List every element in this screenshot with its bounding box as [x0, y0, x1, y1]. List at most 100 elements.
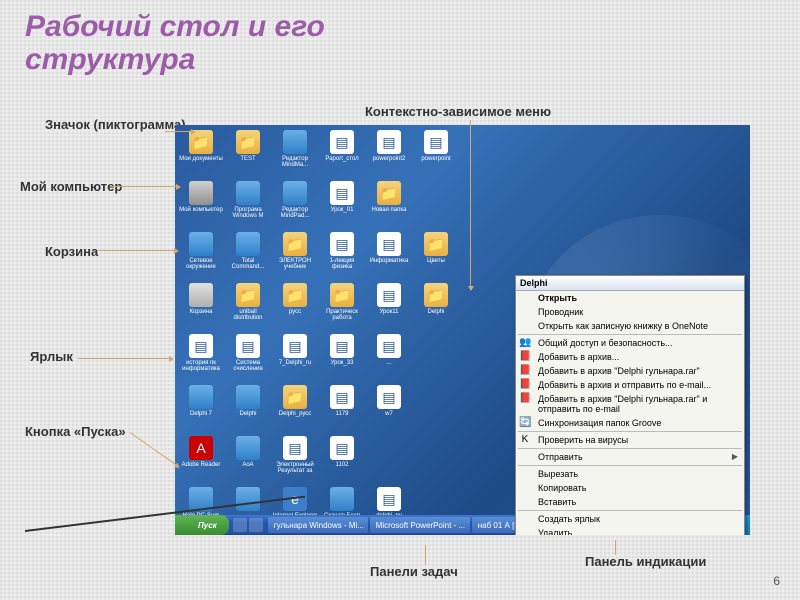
app-icon	[236, 436, 260, 460]
context-menu-item[interactable]: 📕Добавить в архив "Delphi гульнара.rar"	[516, 364, 744, 378]
desktop-icon[interactable]	[460, 179, 506, 229]
desktop-icon[interactable]: 📁Новая папка	[366, 179, 412, 229]
desktop-icon[interactable]: ▤Урок_33	[319, 332, 365, 382]
context-menu-item[interactable]: 📕 Добавить в архив "Delphi гульнара.rar" …	[516, 392, 744, 416]
desktop-icon[interactable]: ▤Урок11	[366, 281, 412, 331]
desktop-icon[interactable]	[460, 128, 506, 178]
desktop-icon[interactable]: 📁ЭЛЕКТРОН учебник	[272, 230, 318, 280]
context-menu-item[interactable]: 📕Добавить в архив...	[516, 350, 744, 364]
desktop-icon[interactable]	[413, 383, 459, 433]
icon-label: Информатика	[370, 258, 409, 264]
desktop-icon[interactable]: Редактор MindMa...	[272, 128, 318, 178]
desktop-icon[interactable]: ▤Раport_стол	[319, 128, 365, 178]
taskbar-task[interactable]: Microsoft PowerPoint - ...	[370, 517, 470, 533]
desktop-icon[interactable]: Сетевое окружение	[178, 230, 224, 280]
desktop-icon[interactable]: Мой компьютер	[178, 179, 224, 229]
desktop-icon[interactable]	[460, 230, 506, 280]
desktop-icon[interactable]	[460, 434, 506, 484]
desktop-icon[interactable]	[413, 332, 459, 382]
icon-label: Электронный Результат за	[272, 462, 318, 474]
desktop-icon[interactable]: ▤Электронный Результат за	[272, 434, 318, 484]
icon-label: TEST	[240, 156, 255, 162]
desktop-icon[interactable]: 📁TEST	[225, 128, 271, 178]
menu-item-label: Проверить на вирусы	[538, 435, 628, 445]
desktop-icon[interactable]: 📁Цветы	[413, 230, 459, 280]
menu-item-label: Добавить в архив "Delphi гульнара.rar" и…	[538, 394, 707, 414]
app-icon	[283, 181, 307, 205]
context-menu-item[interactable]: Открыть как записную книжку в OneNote	[516, 319, 744, 333]
context-menu-item[interactable]: 👥 Общий доступ и безопасность...	[516, 336, 744, 350]
desktop-icon[interactable]: 📁uniball distribution	[225, 281, 271, 331]
menu-item-label: Общий доступ и безопасность...	[538, 338, 673, 348]
desktop-icon[interactable]: 📁Delphi_русс	[272, 383, 318, 433]
desktop-icon[interactable]: Delphi	[225, 383, 271, 433]
icon-label: Delphi_русс	[279, 411, 312, 417]
desktop-icon[interactable]: 📁русс	[272, 281, 318, 331]
menu-item-icon: 👥	[519, 337, 531, 349]
label-context-menu: Контекстно-зависимое меню	[365, 105, 551, 119]
desktop-icon[interactable]: ▤powerpoint	[413, 128, 459, 178]
desktop-icon[interactable]: ▤ w7	[366, 383, 412, 433]
desktop-icon[interactable]: ▤1179	[319, 383, 365, 433]
doc-icon: ▤	[330, 232, 354, 256]
desktop-icon[interactable]: Корзина	[178, 281, 224, 331]
desktop-screenshot: Microsoft Windowsxp Professional 📁Мои до…	[175, 125, 750, 535]
context-menu-item[interactable]: Отправить▶	[516, 450, 744, 464]
desktop-icon[interactable]: ▤powerpoint2	[366, 128, 412, 178]
desktop-icon[interactable]	[460, 332, 506, 382]
app-icon	[330, 487, 354, 511]
desktop-icon[interactable]: 📁Delphi	[413, 281, 459, 331]
doc-icon: ▤	[330, 181, 354, 205]
desktop-icon[interactable]	[413, 434, 459, 484]
label-tray: Панель индикации	[585, 555, 706, 569]
desktop-icon[interactable]: ▤Информатика	[366, 230, 412, 280]
desktop-icon[interactable]	[460, 281, 506, 331]
icon-label: w7	[385, 411, 393, 417]
context-menu-item[interactable]: Удалить	[516, 526, 744, 535]
icon-label: Delphi	[239, 411, 256, 417]
desktop-icon[interactable]: ▤...	[366, 332, 412, 382]
context-menu-item[interactable]: Вставить	[516, 495, 744, 509]
context-menu-item[interactable]: 🔄Синхронизация папок Groove	[516, 416, 744, 430]
label-start-button: Кнопка «Пуска»	[25, 425, 126, 439]
desktop-icon[interactable]: Delphi 7	[178, 383, 224, 433]
doc-icon: ▤	[377, 130, 401, 154]
menu-item-label: Добавить в архив и отправить по e-mail..…	[538, 380, 711, 390]
desktop-icon[interactable]: ▤история пк информатика	[178, 332, 224, 382]
folder-icon: 📁	[283, 232, 307, 256]
menu-item-label: Синхронизация папок Groove	[538, 418, 661, 428]
desktop-icon[interactable]	[460, 383, 506, 433]
desktop-icon[interactable]: ▤ 1-лекция физика	[319, 230, 365, 280]
desktop-icon[interactable]: ▤Урок_01	[319, 179, 365, 229]
desktop-icon[interactable]: AAdobe Reader	[178, 434, 224, 484]
desktop-icon[interactable]: ▤1102	[319, 434, 365, 484]
desktop-icon[interactable]: AoA	[225, 434, 271, 484]
desktop-icon[interactable]	[413, 179, 459, 229]
desktop-icon[interactable]: Редактор MindPad...	[272, 179, 318, 229]
icon-label: Total Command...	[225, 258, 271, 270]
doc-icon: ▤	[330, 436, 354, 460]
desktop-icon[interactable]: ▤7_Delphi_ru	[272, 332, 318, 382]
desktop-icon[interactable]: 📁Практическ работа	[319, 281, 365, 331]
context-menu[interactable]: Delphi ОткрытьПроводникОткрыть как запис…	[515, 275, 745, 535]
context-menu-item[interactable]: Проводник	[516, 305, 744, 319]
icon-label: Система счисления	[225, 360, 271, 372]
context-menu-item[interactable]: KПроверить на вирусы	[516, 433, 744, 447]
menu-item-label: Вырезать	[538, 469, 578, 479]
desktop-icon[interactable]: Програма Windows M	[225, 179, 271, 229]
doc-icon: ▤	[377, 385, 401, 409]
desktop-icon[interactable]: Total Command...	[225, 230, 271, 280]
menu-item-icon: 📕	[519, 393, 531, 405]
context-menu-item[interactable]: Создать ярлык	[516, 512, 744, 526]
context-menu-item[interactable]: 📕Добавить в архив и отправить по e-mail.…	[516, 378, 744, 392]
icon-label: Мой компьютер	[179, 207, 223, 213]
menu-item-label: Добавить в архив "Delphi гульнара.rar"	[538, 366, 700, 376]
context-menu-item[interactable]: Копировать	[516, 481, 744, 495]
desktop-icon[interactable]: ▤Система счисления	[225, 332, 271, 382]
desktop-icon[interactable]: 📁Мои документы	[178, 128, 224, 178]
desktop-icon[interactable]	[366, 434, 412, 484]
context-menu-item[interactable]: Вырезать	[516, 467, 744, 481]
context-menu-item[interactable]: Открыть	[516, 291, 744, 305]
icon-label: 1-лекция физика	[319, 258, 365, 270]
title-line1: Рабочий стол и его	[25, 10, 325, 43]
